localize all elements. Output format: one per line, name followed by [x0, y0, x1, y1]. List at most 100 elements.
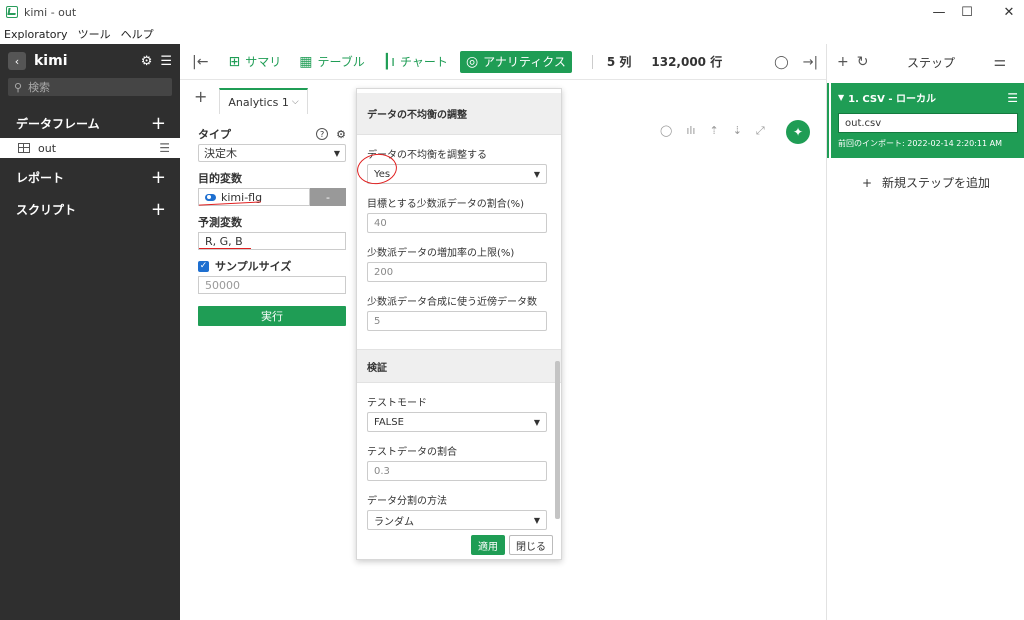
chevron-down-icon[interactable]: ⌵ [292, 97, 299, 107]
toggle-icon[interactable] [205, 193, 216, 201]
neighbors-label: 少数派データ合成に使う近傍データ数 [367, 297, 537, 308]
add-step-label: 新規ステップを追加 [881, 176, 990, 190]
summary-label: サマリ [245, 55, 282, 69]
tab-table[interactable]: ▦ テーブル [293, 51, 371, 73]
tab-analytics[interactable]: ◎ アナリティクス [459, 50, 572, 73]
menu-bar: Exploratory ツール ヘルプ [0, 24, 1024, 44]
collapse-right-icon[interactable]: →| [803, 55, 818, 70]
help-icon[interactable]: ? [316, 128, 329, 140]
download-icon[interactable]: ⇣ [733, 124, 742, 138]
lightbulb-icon: ◎ [465, 53, 479, 70]
menu-help[interactable]: ヘルプ [121, 26, 154, 42]
expand-icon[interactable]: ⤢ [756, 124, 765, 138]
apply-button[interactable]: 適用 [471, 535, 505, 555]
predictor-label: 予測変数 [198, 216, 242, 229]
close-button[interactable]: 閉じる [509, 535, 553, 555]
test-ratio-input[interactable]: 0.3 [367, 461, 547, 481]
dataframe-menu-icon[interactable]: ☰ [159, 141, 170, 155]
remove-target-button[interactable]: - [310, 188, 346, 206]
chart-label: チャート [400, 55, 448, 69]
table-icon: ▦ [299, 53, 313, 70]
upload-icon[interactable]: ⇡ [709, 124, 718, 138]
gear-icon[interactable]: ⚙ [336, 128, 346, 141]
run-button[interactable]: 実行 [198, 306, 346, 326]
gear-icon[interactable]: ⚙ [141, 54, 153, 69]
add-report-icon[interactable]: + [151, 167, 166, 188]
popup-scrollbar[interactable] [555, 361, 560, 519]
split-label: データ分割の方法 [367, 496, 447, 507]
comment-icon[interactable]: ◯ [660, 124, 672, 138]
step-file-field[interactable]: out.csv [838, 113, 1018, 133]
steps-panel: + ↻ ステップ ⚌ ▼ 1. CSV - ローカル ☰ out.csv 前回の… [826, 44, 1024, 620]
app-icon [6, 6, 18, 18]
step-menu-icon[interactable]: ☰ [1007, 91, 1018, 105]
toolbar-right: ◯ →| [760, 44, 818, 80]
divider [591, 54, 593, 69]
row-count: 132,000 行 [651, 55, 723, 69]
steps-title: ステップ [906, 55, 955, 70]
caret-down-icon: ▼ [533, 515, 540, 525]
popup-footer: 適用 閉じる [471, 535, 553, 555]
bar-chart-icon[interactable]: ılı [686, 124, 695, 138]
adjust-label: データの不均衡を調整する [367, 150, 487, 161]
add-step-icon[interactable]: + [837, 54, 849, 70]
tab-summary[interactable]: ⊞ サマリ [222, 51, 287, 73]
view-toolbar: |← ⊞ サマリ ▦ テーブル ┃ı チャート ◎ アナリティクス 5 列 13… [180, 44, 826, 80]
maximize-button[interactable]: ☐ [944, 0, 990, 24]
caret-down-icon: ▼ [533, 417, 540, 427]
target-ratio-label: 目標とする少数派データの割合(%) [367, 199, 525, 210]
back-icon[interactable]: ‹ [8, 52, 26, 70]
settings-sliders-icon[interactable]: ⚌ [993, 54, 1006, 70]
add-script-icon[interactable]: + [151, 199, 166, 220]
refresh-icon[interactable]: ↻ [857, 54, 869, 70]
steps-header: + ↻ ステップ ⚌ [827, 44, 1024, 80]
analytics-form: タイプ ? ⚙ 決定木 ▼ 目的変数 kimi-flg - 予測変数 R, G,… [198, 126, 346, 326]
step-import-time: 前回のインポート: 2022-02-14 2:20:11 AM [838, 139, 1003, 148]
validation-header: 検証 [357, 349, 561, 383]
grid-icon: ⊞ [228, 53, 241, 70]
type-label: タイプ [198, 128, 231, 141]
step-title: 1. CSV - ローカル [848, 94, 936, 105]
target-ratio-input[interactable]: 40 [367, 213, 547, 233]
sidebar-item-out[interactable]: out ☰ [0, 138, 180, 158]
comment-icon[interactable]: ◯ [774, 55, 789, 70]
neighbors-input[interactable]: 5 [367, 311, 547, 331]
table-icon [18, 143, 30, 153]
max-increase-label: 少数派データの増加率の上限(%) [367, 248, 515, 259]
menu-exploratory[interactable]: Exploratory [4, 28, 68, 41]
sample-size-checkbox[interactable]: ✓ サンプルサイズ [198, 258, 346, 274]
add-tab-icon[interactable]: + [194, 87, 207, 114]
sample-size-label: サンプルサイズ [215, 260, 292, 273]
column-count: 5 列 [606, 55, 632, 69]
checkbox-checked-icon[interactable]: ✓ [198, 260, 209, 272]
step-card-csv[interactable]: ▼ 1. CSV - ローカル ☰ out.csv 前回のインポート: 2022… [831, 83, 1024, 158]
add-dataframe-icon[interactable]: + [151, 113, 166, 134]
type-select[interactable]: 決定木 ▼ [198, 144, 346, 162]
test-mode-select[interactable]: FALSE ▼ [367, 412, 547, 432]
close-window-button[interactable]: ✕ [986, 0, 1024, 24]
menu-tools[interactable]: ツール [78, 26, 111, 42]
reports-label: レポート [16, 170, 65, 185]
collapse-left-icon[interactable]: |← [192, 54, 208, 70]
sidebar-search-input[interactable]: ⚲ 検索 [8, 78, 172, 96]
adjust-value: Yes [374, 168, 391, 180]
tab-chart[interactable]: ┃ı チャート [377, 51, 454, 73]
pin-icon[interactable]: ✦ [786, 120, 810, 144]
popup-header: データの不均衡の調整 [357, 93, 561, 135]
analytics-label: アナリティクス [483, 55, 566, 69]
type-label-row: タイプ ? ⚙ [198, 126, 346, 142]
tab-analytics-1[interactable]: Analytics 1 ⌵ [219, 88, 308, 114]
step-title-row: ▼ 1. CSV - ローカル ☰ [838, 90, 1018, 106]
type-value: 決定木 [204, 147, 237, 160]
tab-label: Analytics 1 [228, 95, 289, 109]
caret-down-icon[interactable]: ▼ [838, 93, 844, 102]
sample-size-input[interactable]: 50000 [198, 276, 346, 294]
max-increase-input[interactable]: 200 [367, 262, 547, 282]
dataframes-label: データフレーム [16, 116, 100, 131]
step-indicator [827, 83, 829, 158]
add-new-step-button[interactable]: + 新規ステップを追加 [827, 174, 1024, 191]
reports-section: レポート + [0, 162, 180, 192]
bar-chart-icon: ┃ı [382, 53, 396, 70]
hamburger-menu-icon[interactable]: ☰ [160, 54, 172, 69]
split-select[interactable]: ランダム ▼ [367, 510, 547, 530]
